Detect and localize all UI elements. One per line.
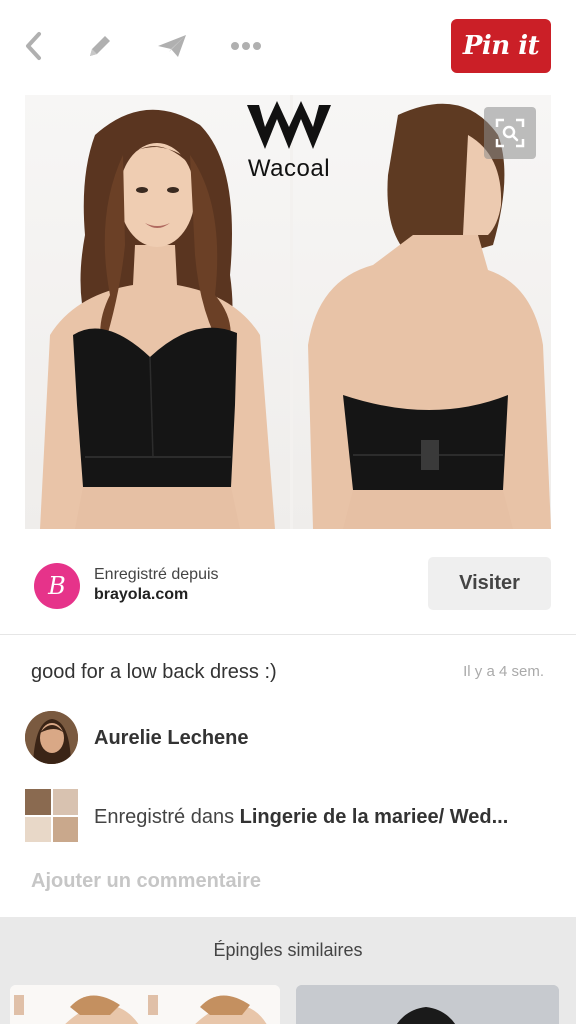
similar-pins-title: Épingles similaires <box>213 940 363 960</box>
similar-pin-card[interactable] <box>296 985 559 1024</box>
avatar[interactable] <box>25 711 78 764</box>
source-domain-link[interactable]: brayola.com <box>94 586 188 604</box>
edit-pencil-icon[interactable] <box>80 26 120 66</box>
pin-it-button[interactable]: Pin it <box>451 19 551 73</box>
source-row: B Enregistré depuis brayola.com Visiter <box>0 540 576 630</box>
wacoal-logo-icon <box>247 101 331 149</box>
visual-search-icon[interactable] <box>484 107 536 159</box>
visit-button[interactable]: Visiter <box>428 557 551 610</box>
board-name[interactable]: Lingerie de la mariee/ Wed... <box>240 806 509 828</box>
similar-pin-card[interactable] <box>10 985 280 1024</box>
board-row[interactable]: Enregistré dans Lingerie de la mariee/ W… <box>0 787 576 847</box>
divider <box>0 634 576 635</box>
saved-from-label: Enregistré depuis <box>94 566 219 583</box>
source-logo[interactable]: B <box>31 560 83 612</box>
add-comment-input[interactable]: Ajouter un commentaire <box>31 870 261 893</box>
brand-logo-text: Wacoal <box>247 155 331 182</box>
similar-pins-section: Épingles similaires <box>0 917 576 1024</box>
brand-logo: Wacoal <box>239 101 339 189</box>
board-info[interactable]: Enregistré dans Lingerie de la mariee/ W… <box>94 806 544 829</box>
pin-timestamp: Il y a 4 sem. <box>463 663 544 680</box>
source-logo-letter: B <box>34 563 80 609</box>
top-toolbar: Pin it <box>0 0 576 92</box>
pin-image[interactable]: Wacoal <box>25 95 551 529</box>
board-thumbnail <box>25 789 78 842</box>
saved-in-label: Enregistré dans <box>94 806 235 828</box>
pinner-name[interactable]: Aurelie Lechene <box>94 727 249 750</box>
send-icon[interactable] <box>152 26 192 66</box>
more-dots-icon[interactable] <box>226 26 266 66</box>
pinner-row[interactable]: Aurelie Lechene <box>0 710 576 766</box>
back-arrow-icon[interactable] <box>14 26 54 66</box>
pin-description: good for a low back dress :) <box>31 661 277 683</box>
